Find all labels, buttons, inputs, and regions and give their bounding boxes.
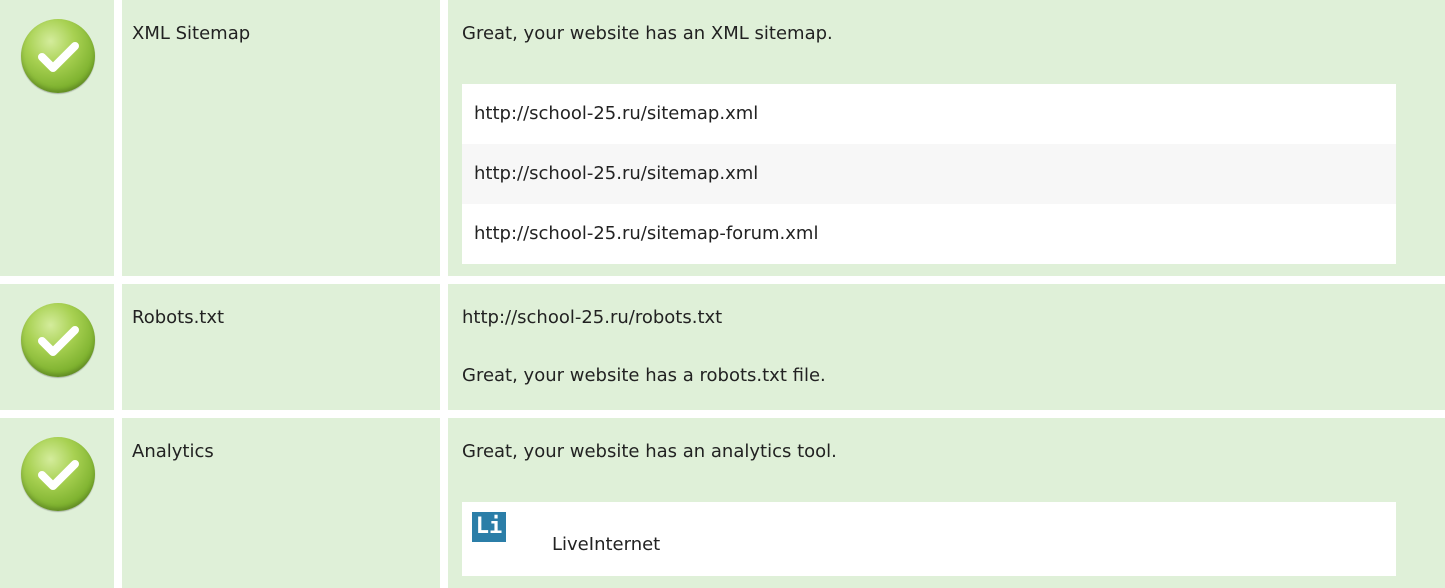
liveinternet-logo-icon: Li: [472, 512, 506, 542]
row-label: Robots.txt: [132, 307, 225, 328]
status-cell: [0, 418, 114, 588]
sitemap-url[interactable]: http://school-25.ru/sitemap-forum.xml: [474, 223, 818, 245]
label-cell: Analytics: [122, 418, 440, 588]
analytics-row: Analytics Great, your website has an ana…: [0, 418, 1445, 588]
analytics-message: Great, your website has an analytics too…: [462, 441, 837, 462]
list-item: http://school-25.ru/sitemap.xml: [462, 84, 1396, 144]
robots-url[interactable]: http://school-25.ru/robots.txt: [462, 306, 722, 330]
sitemap-url-list: http://school-25.ru/sitemap.xml http://s…: [462, 84, 1396, 264]
check-circle-icon: [21, 19, 95, 93]
list-item: http://school-25.ru/sitemap.xml: [462, 144, 1396, 204]
analytics-tool-name: LiveInternet: [552, 534, 661, 555]
robots-row: Robots.txt http://school-25.ru/robots.tx…: [0, 284, 1445, 410]
label-cell: Robots.txt: [122, 284, 440, 410]
sitemap-row: XML Sitemap Great, your website has an X…: [0, 0, 1445, 276]
sitemap-url[interactable]: http://school-25.ru/sitemap.xml: [474, 163, 758, 185]
check-circle-icon: [21, 303, 95, 377]
status-cell: [0, 284, 114, 410]
content-cell: http://school-25.ru/robots.txt Great, yo…: [448, 284, 1445, 410]
row-label: Analytics: [132, 441, 214, 462]
label-cell: XML Sitemap: [122, 0, 440, 276]
robots-message: Great, your website has a robots.txt fil…: [462, 365, 826, 386]
row-label: XML Sitemap: [132, 23, 251, 44]
sitemap-url[interactable]: http://school-25.ru/sitemap.xml: [474, 103, 758, 125]
content-cell: Great, your website has an analytics too…: [448, 418, 1445, 588]
status-cell: [0, 0, 114, 276]
sitemap-message: Great, your website has an XML sitemap.: [462, 23, 833, 44]
check-circle-icon: [21, 437, 95, 511]
list-item: http://school-25.ru/sitemap-forum.xml: [462, 204, 1396, 264]
analytics-tool-item: Li LiveInternet: [462, 502, 1396, 576]
content-cell: Great, your website has an XML sitemap. …: [448, 0, 1445, 276]
